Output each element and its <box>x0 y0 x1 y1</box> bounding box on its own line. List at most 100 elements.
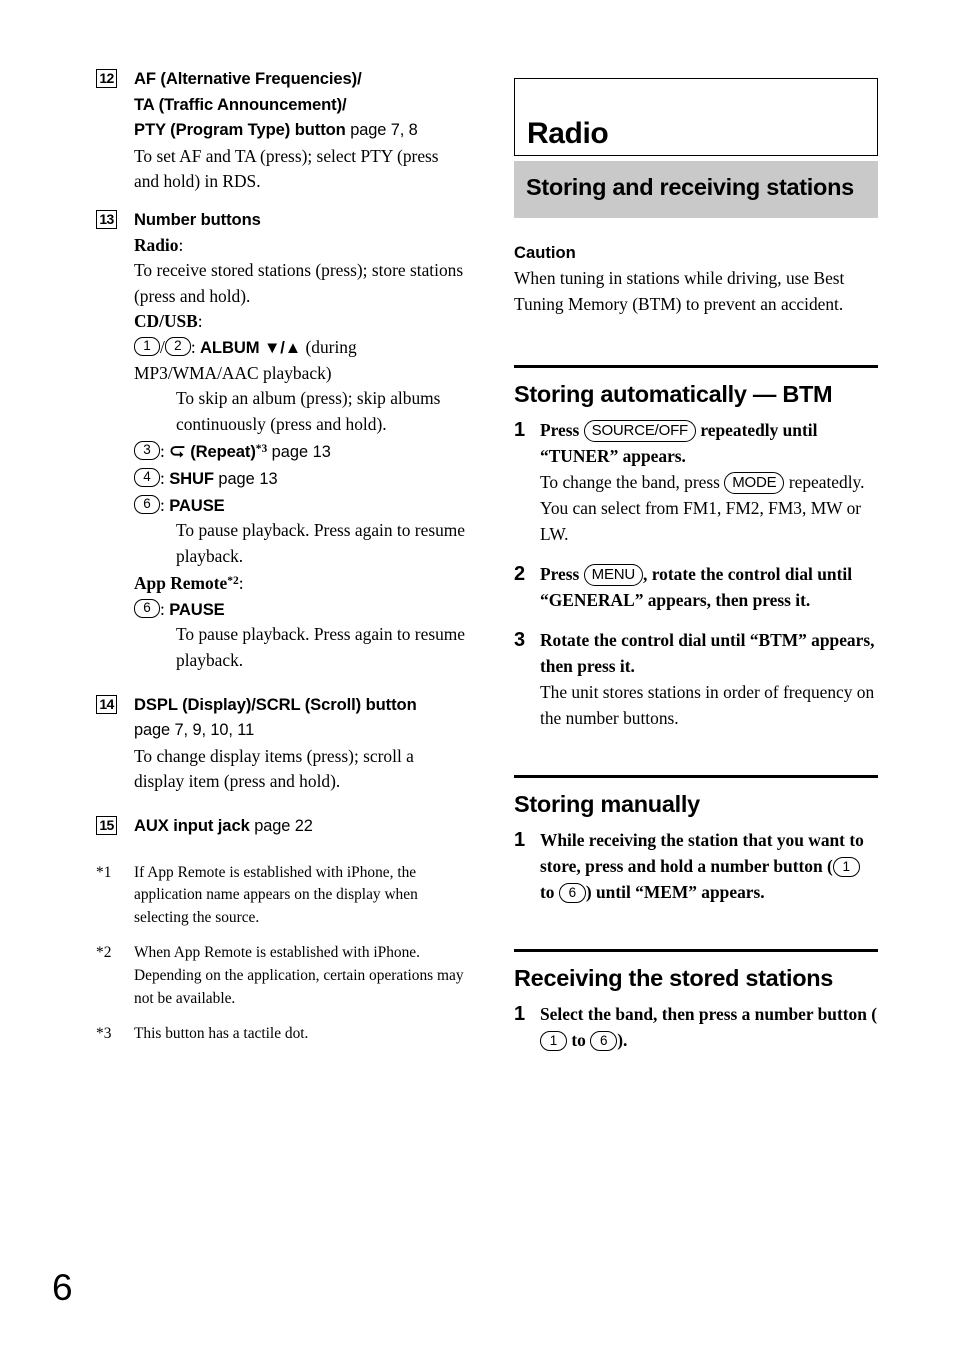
footnote-2-marker: *2 <box>96 944 112 962</box>
appremote-subsection: App Remote*2: <box>134 569 468 597</box>
step-number-receiving-1: 1 <box>514 1003 526 1026</box>
step-number-1: 1 <box>514 419 526 442</box>
number-button-1-receiving[interactable]: 1 <box>540 1031 567 1052</box>
step-receiving-1-pre: Select the band, then press a number but… <box>540 1004 878 1025</box>
cdusb-label: CD/USB <box>134 311 198 332</box>
number-button-4[interactable]: 4 <box>134 467 160 487</box>
appremote-footnote-marker: *2 <box>227 575 239 588</box>
keycap-menu[interactable]: MENU <box>583 564 644 587</box>
colon-5: : <box>160 598 170 619</box>
appremote-colon: : <box>238 573 244 594</box>
footnote-1-text: If App Remote is established with iPhone… <box>134 863 418 926</box>
step-receiving-1-mid: to <box>571 1030 586 1051</box>
footnote-3-marker: *3 <box>96 1025 112 1043</box>
keycap-mode[interactable]: MODE <box>724 472 785 495</box>
colon-2: : <box>160 441 170 462</box>
section-heading-storing-automatically: Storing automatically — BTM <box>514 381 833 408</box>
cdusb-shuf-line: 4: SHUF page 13 <box>134 466 468 493</box>
step-btm-1: 1 Press SOURCE/OFF repeatedly until “TUN… <box>514 417 878 547</box>
appremote-label: App Remote <box>134 573 228 594</box>
radio-subsection: Radio: <box>134 233 468 259</box>
step-btm-1-sub-pre: To change the band, press <box>540 472 720 493</box>
list-item-aux-input-jack: 15 AUX input jack page 22 <box>96 813 468 840</box>
step-btm-1-main: Press SOURCE/OFF repeatedly until “TUNER… <box>540 417 878 469</box>
af-title-line-1: AF (Alternative Frequencies)/ <box>134 69 362 88</box>
number-button-1[interactable]: 1 <box>134 336 160 356</box>
right-column: Radio Storing and receiving stations Cau… <box>514 78 878 1067</box>
number-button-6-appremote[interactable]: 6 <box>134 598 160 618</box>
step-btm-3: 3 Rotate the control dial until “BTM” ap… <box>514 627 878 731</box>
step-receiving-1-post: ). <box>617 1030 628 1051</box>
step-manual-1-post: ) until “MEM” appears. <box>585 882 765 903</box>
step-manual-1: 1 While receiving the station that you w… <box>514 827 878 905</box>
list-item-af-ta-pty: 12 AF (Alternative Frequencies)/ TA (Tra… <box>96 66 468 195</box>
footnote-3: *3 This button has a tactile dot. <box>96 1023 468 1046</box>
keycap-source-off[interactable]: SOURCE/OFF <box>583 420 696 443</box>
colon-3: : <box>160 467 170 488</box>
colon-1: : <box>190 336 201 357</box>
radio-label: Radio <box>134 234 179 255</box>
list-item-number-buttons: 13 Number buttons Radio: To receive stor… <box>96 207 468 674</box>
number-button-3[interactable]: 3 <box>134 441 160 461</box>
step-btm-1-sub: To change the band, press MODE repeatedl… <box>540 469 878 547</box>
footnotes: *1 If App Remote is established with iPh… <box>96 862 468 1046</box>
manual-page: 12 AF (Alternative Frequencies)/ TA (Tra… <box>0 0 954 1352</box>
section-rule-btm <box>514 365 878 369</box>
repeat-icon <box>170 440 187 458</box>
section-heading-receiving-stored: Receiving the stored stations <box>514 965 834 992</box>
number-button-1-manual[interactable]: 1 <box>832 857 860 878</box>
section-heading-storing-manually: Storing manually <box>514 791 700 818</box>
af-page-ref: page 7, 8 <box>350 121 418 140</box>
af-title-line-3: PTY (Program Type) button <box>134 120 346 140</box>
item-marker-14: 14 <box>96 694 117 714</box>
footnote-2-text: When App Remote is established with iPho… <box>134 944 464 1007</box>
appremote-pause-line: 6: PAUSE <box>134 597 468 623</box>
step-manual-1-mid: to <box>540 882 555 903</box>
radio-colon: : <box>178 234 184 255</box>
number-button-6-manual[interactable]: 6 <box>558 883 586 904</box>
section-banner: Storing and receiving stations <box>514 161 878 218</box>
chapter-title: Radio <box>527 117 609 150</box>
appremote-pause-label: PAUSE <box>169 599 225 619</box>
step-btm-3-main: Rotate the control dial until “BTM” appe… <box>540 630 875 677</box>
caution-body: When tuning in stations while driving, u… <box>514 268 845 314</box>
step-btm-2: 2 Press MENU, rotate the control dial un… <box>514 561 878 613</box>
cdusb-pause-desc: To pause playback. Press again to resume… <box>176 520 466 566</box>
repeat-page-ref: page 13 <box>271 443 331 462</box>
footnote-3-text: This button has a tactile dot. <box>134 1025 309 1043</box>
cdusb-album-line: 1/2: ALBUM ▼/▲ (during MP3/WMA/AAC playb… <box>134 335 468 386</box>
number-button-2[interactable]: 2 <box>164 336 191 356</box>
radio-desc: To receive stored stations (press); stor… <box>134 260 464 306</box>
appremote-pause-desc: To pause playback. Press again to resume… <box>176 624 466 671</box>
item-title-aux-input-jack: AUX input jack page 22 <box>134 813 468 840</box>
colon-4: : <box>160 494 170 515</box>
footnote-2: *2 When App Remote is established with i… <box>96 942 468 1010</box>
item-title-number-buttons: Number buttons <box>134 209 261 229</box>
number-button-6-receiving[interactable]: 6 <box>590 1031 618 1052</box>
aux-page-ref: page 22 <box>254 817 313 836</box>
section-banner-title: Storing and receiving stations <box>526 174 854 200</box>
caution-heading: Caution <box>514 243 576 262</box>
step-btm-1-pre: Press <box>540 420 580 441</box>
number-button-6[interactable]: 6 <box>134 494 160 514</box>
item-desc-af-ta-pty: To set AF and TA (press); select PTY (pr… <box>134 145 439 192</box>
step-number-2: 2 <box>514 563 526 586</box>
item-marker-15: 15 <box>96 816 117 836</box>
album-label: ALBUM ▼/▲ <box>200 337 302 357</box>
item-marker-13: 13 <box>96 209 117 229</box>
step-number-3: 3 <box>514 629 526 652</box>
shuf-page-ref: page 13 <box>218 469 278 488</box>
section-rule-manual <box>514 775 878 779</box>
item-title-af-ta-pty: AF (Alternative Frequencies)/ TA (Traffi… <box>134 66 468 144</box>
page-number: 6 <box>52 1267 73 1308</box>
aux-title-text: AUX input jack <box>134 816 250 836</box>
cdusb-pause-line: 6: PAUSE <box>134 493 468 519</box>
step-number-manual-1: 1 <box>514 829 526 852</box>
cdusb-colon: : <box>197 311 203 332</box>
step-receiving-1: 1 Select the band, then press a number b… <box>514 1001 878 1053</box>
step-btm-3-sub: The unit stores stations in order of fre… <box>540 682 875 729</box>
step-manual-1-pre: While receiving the station that you wan… <box>540 830 864 877</box>
cdusb-album-desc: To skip an album (press); skip albums co… <box>176 388 441 434</box>
pause-label: PAUSE <box>169 495 225 515</box>
item-marker-12: 12 <box>96 69 117 88</box>
